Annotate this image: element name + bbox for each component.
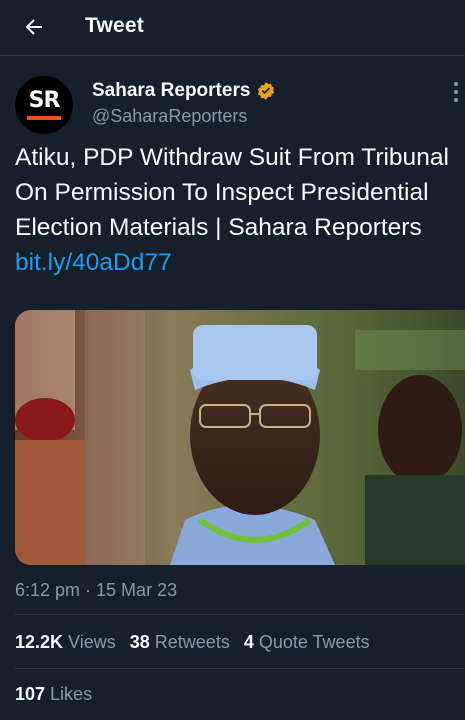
avatar-logo-text: SR (28, 88, 61, 113)
tweet-author: SR Sahara Reporters @SaharaReporters (0, 74, 465, 134)
more-options-icon[interactable] (451, 82, 461, 106)
author-display-name[interactable]: Sahara Reporters (92, 80, 250, 102)
divider (15, 614, 465, 615)
author-name-row[interactable]: Sahara Reporters (92, 80, 276, 102)
top-bar: Tweet (0, 0, 465, 56)
tweet-media-photo[interactable] (15, 310, 465, 565)
likes-label: Likes (50, 684, 93, 704)
retweets-stat[interactable]: 38 Retweets (130, 632, 230, 653)
quote-tweets-stat[interactable]: 4 Quote Tweets (244, 632, 370, 653)
views-label: Views (68, 632, 116, 652)
avatar-logo-bar (27, 116, 61, 120)
tweet-link[interactable]: bit.ly/40aDd77 (15, 249, 172, 276)
tweet-timestamp[interactable]: 6:12 pm · 15 Mar 23 (15, 580, 177, 601)
likes-count: 107 (15, 684, 46, 704)
page-title: Tweet (85, 14, 144, 37)
retweets-count: 38 (129, 632, 150, 652)
views-count: 12.2K (15, 632, 64, 652)
retweets-label: Retweets (154, 632, 230, 652)
photo-illustration (15, 310, 465, 565)
likes-stat[interactable]: 107 Likes (15, 684, 92, 705)
views-stat[interactable]: 12.2K Views (15, 632, 116, 653)
quotes-label: Quote Tweets (258, 632, 370, 652)
author-handle[interactable]: @SaharaReporters (92, 106, 247, 127)
avatar[interactable]: SR (15, 76, 73, 134)
divider (15, 668, 465, 669)
arrow-left-icon[interactable] (22, 15, 46, 39)
verified-badge-icon (258, 82, 275, 100)
tweet-text: Atiku, PDP Withdraw Suit From Tribunal O… (15, 144, 449, 241)
quotes-count: 4 (243, 632, 254, 652)
tweet-stats: 12.2K Views 38 Retweets 4 Quote Tweets (15, 632, 384, 653)
tweet-body: Atiku, PDP Withdraw Suit From Tribunal O… (15, 140, 460, 280)
